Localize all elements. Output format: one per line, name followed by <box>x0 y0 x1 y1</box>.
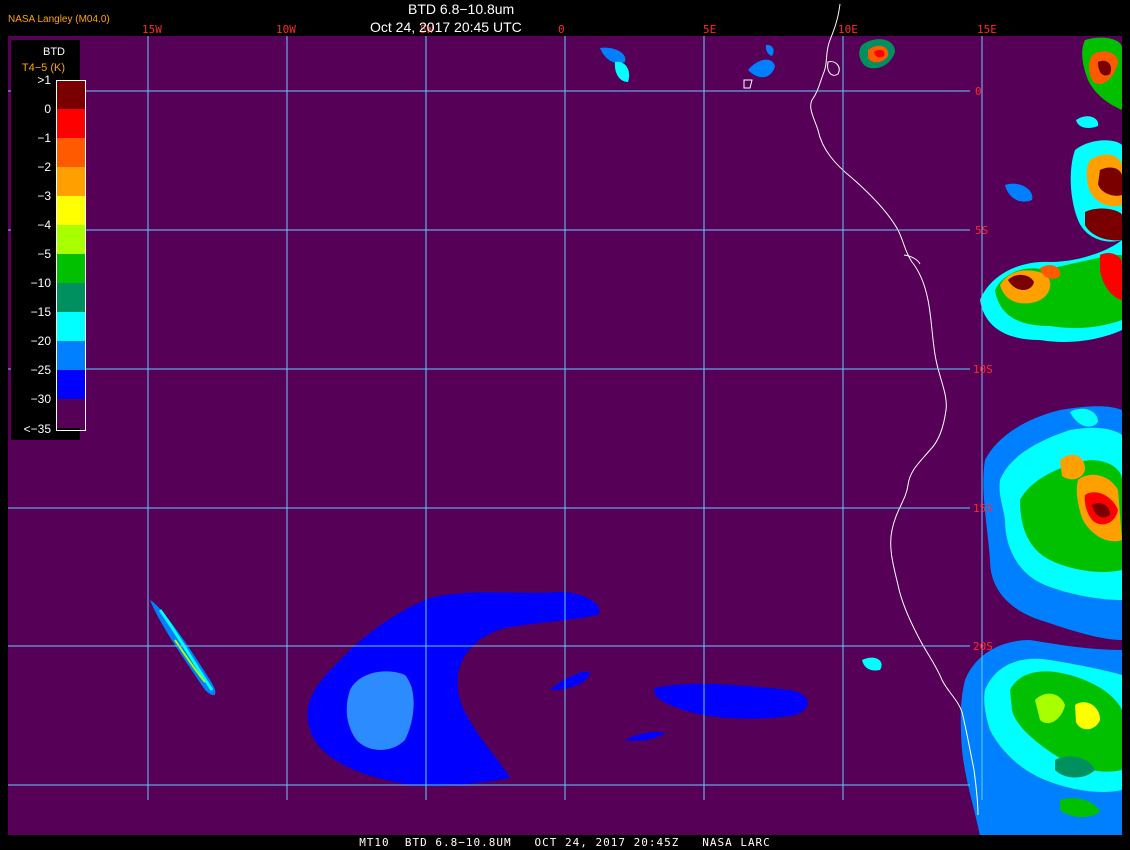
legend-title: BTD <box>43 46 65 58</box>
legend-label: −10 <box>30 276 51 290</box>
legend-swatch <box>57 167 85 196</box>
legend-swatch <box>57 312 85 341</box>
legend-swatch <box>57 80 85 109</box>
lon-label: 10E <box>838 23 858 36</box>
legend-label: −1 <box>37 131 51 145</box>
legend-label: −25 <box>30 363 51 377</box>
legend-label: >1 <box>37 73 51 87</box>
legend-label: −15 <box>30 305 51 319</box>
lightblue-core <box>346 671 414 750</box>
legend-label: 0 <box>44 102 51 116</box>
credit-label: NASA Langley (M04.0) <box>8 14 110 25</box>
legend-swatch <box>57 254 85 283</box>
product-title: BTD 6.8−10.8um <box>408 1 515 17</box>
legend-label: −4 <box>37 218 51 232</box>
lat-label: 15S <box>973 502 993 515</box>
lon-label: 10W <box>276 23 296 36</box>
legend-label: −3 <box>37 189 51 203</box>
lat-label: 5S <box>975 224 988 237</box>
legend-swatch <box>57 225 85 254</box>
legend-swatch <box>57 109 85 138</box>
datetime-label: Oct 24, 2017 20:45 UTC <box>370 19 522 35</box>
color-legend: BTD T4−5 (K) >1 0 −1 −2 −3 −4 −5 −10 −15 −20 −25 −3… <box>11 40 86 440</box>
legend-bottom-label: <−35 <box>23 422 51 436</box>
satellite-map: 15W 10W 5W 0 5E 10E 15E 0 5S 10S 15S 20S <box>8 3 1122 836</box>
lon-label: 5E <box>703 23 716 36</box>
legend-swatch <box>57 399 85 428</box>
legend-swatch <box>57 138 85 167</box>
lat-label: 10S <box>973 363 993 376</box>
legend-label: −2 <box>37 160 51 174</box>
lat-label: 20S <box>973 640 993 653</box>
lon-label: 15E <box>977 23 997 36</box>
legend-label: −20 <box>30 334 51 348</box>
legend-swatch <box>57 341 85 370</box>
legend-swatch <box>57 196 85 225</box>
lon-label: 0 <box>558 23 565 36</box>
legend-label: −5 <box>37 247 51 261</box>
legend-swatch <box>57 370 85 399</box>
lon-label: 15W <box>142 23 162 36</box>
lat-label: 0 <box>975 85 982 98</box>
legend-swatch <box>57 283 85 312</box>
footer-caption: MT10 BTD 6.8−10.8UM OCT 24, 2017 20:45Z … <box>0 835 1130 850</box>
legend-label: −30 <box>30 392 51 406</box>
